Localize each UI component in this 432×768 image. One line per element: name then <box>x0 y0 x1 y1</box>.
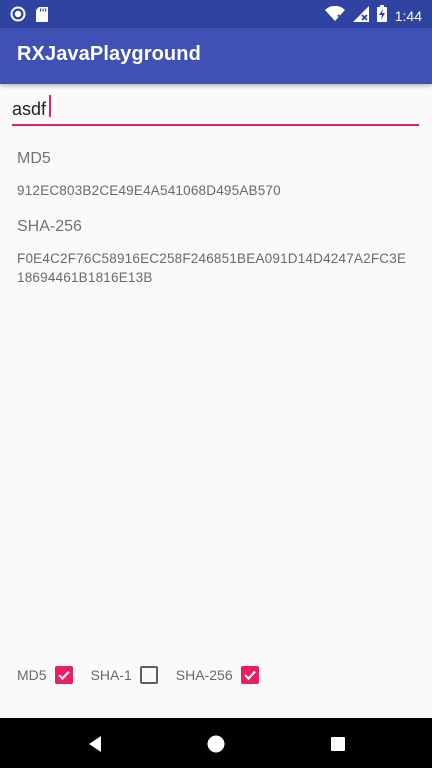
sha256-result: SHA-256 F0E4C2F76C58916EC258F246851BEA09… <box>17 218 412 287</box>
battery-charging-icon <box>376 5 387 27</box>
wifi-icon <box>324 5 345 27</box>
sha256-checkbox-item[interactable]: SHA-256 <box>176 666 259 684</box>
md5-result: MD5 912EC803B2CE49E4A541068D495AB570 <box>17 150 412 200</box>
home-icon <box>207 735 225 753</box>
sha256-checkbox-label: SHA-256 <box>175 667 233 683</box>
checkmark-icon <box>243 670 256 681</box>
text-input[interactable] <box>12 94 419 126</box>
home-button[interactable] <box>205 733 227 755</box>
recents-icon <box>331 737 345 751</box>
text-cursor <box>49 95 51 117</box>
sha256-checkbox[interactable] <box>240 666 259 684</box>
notification-circle-icon <box>10 6 26 27</box>
text-input-container[interactable] <box>12 94 419 126</box>
navigation-bar <box>0 718 432 768</box>
app-title: RXJavaPlayground <box>17 43 201 65</box>
clock-time: 1:44 <box>394 8 422 24</box>
back-button[interactable] <box>84 733 106 755</box>
sha256-label: SHA-256 <box>17 218 82 235</box>
md5-checkbox-item[interactable]: MD5 <box>17 666 73 684</box>
back-icon <box>89 736 101 752</box>
md5-checkbox-label: MD5 <box>17 667 47 683</box>
sha1-checkbox-label: SHA-1 <box>90 667 132 683</box>
status-bar: 1:44 <box>0 0 432 28</box>
sha1-checkbox[interactable] <box>139 666 158 684</box>
app-bar: RXJavaPlayground <box>0 28 432 84</box>
md5-checkbox[interactable] <box>54 666 73 684</box>
hash-checkbox-row: MD5 SHA-1 SHA-256 <box>17 666 277 684</box>
sha256-value: F0E4C2F76C58916EC258F246851BEA091D14D424… <box>17 251 407 285</box>
sd-card-icon <box>36 6 48 27</box>
recents-button[interactable] <box>327 733 349 755</box>
checkmark-icon <box>57 670 70 681</box>
md5-label: MD5 <box>17 150 51 167</box>
signal-icon <box>352 5 369 27</box>
sha1-checkbox-item[interactable]: SHA-1 <box>91 666 158 684</box>
md5-value: 912EC803B2CE49E4A541068D495AB570 <box>17 183 281 198</box>
